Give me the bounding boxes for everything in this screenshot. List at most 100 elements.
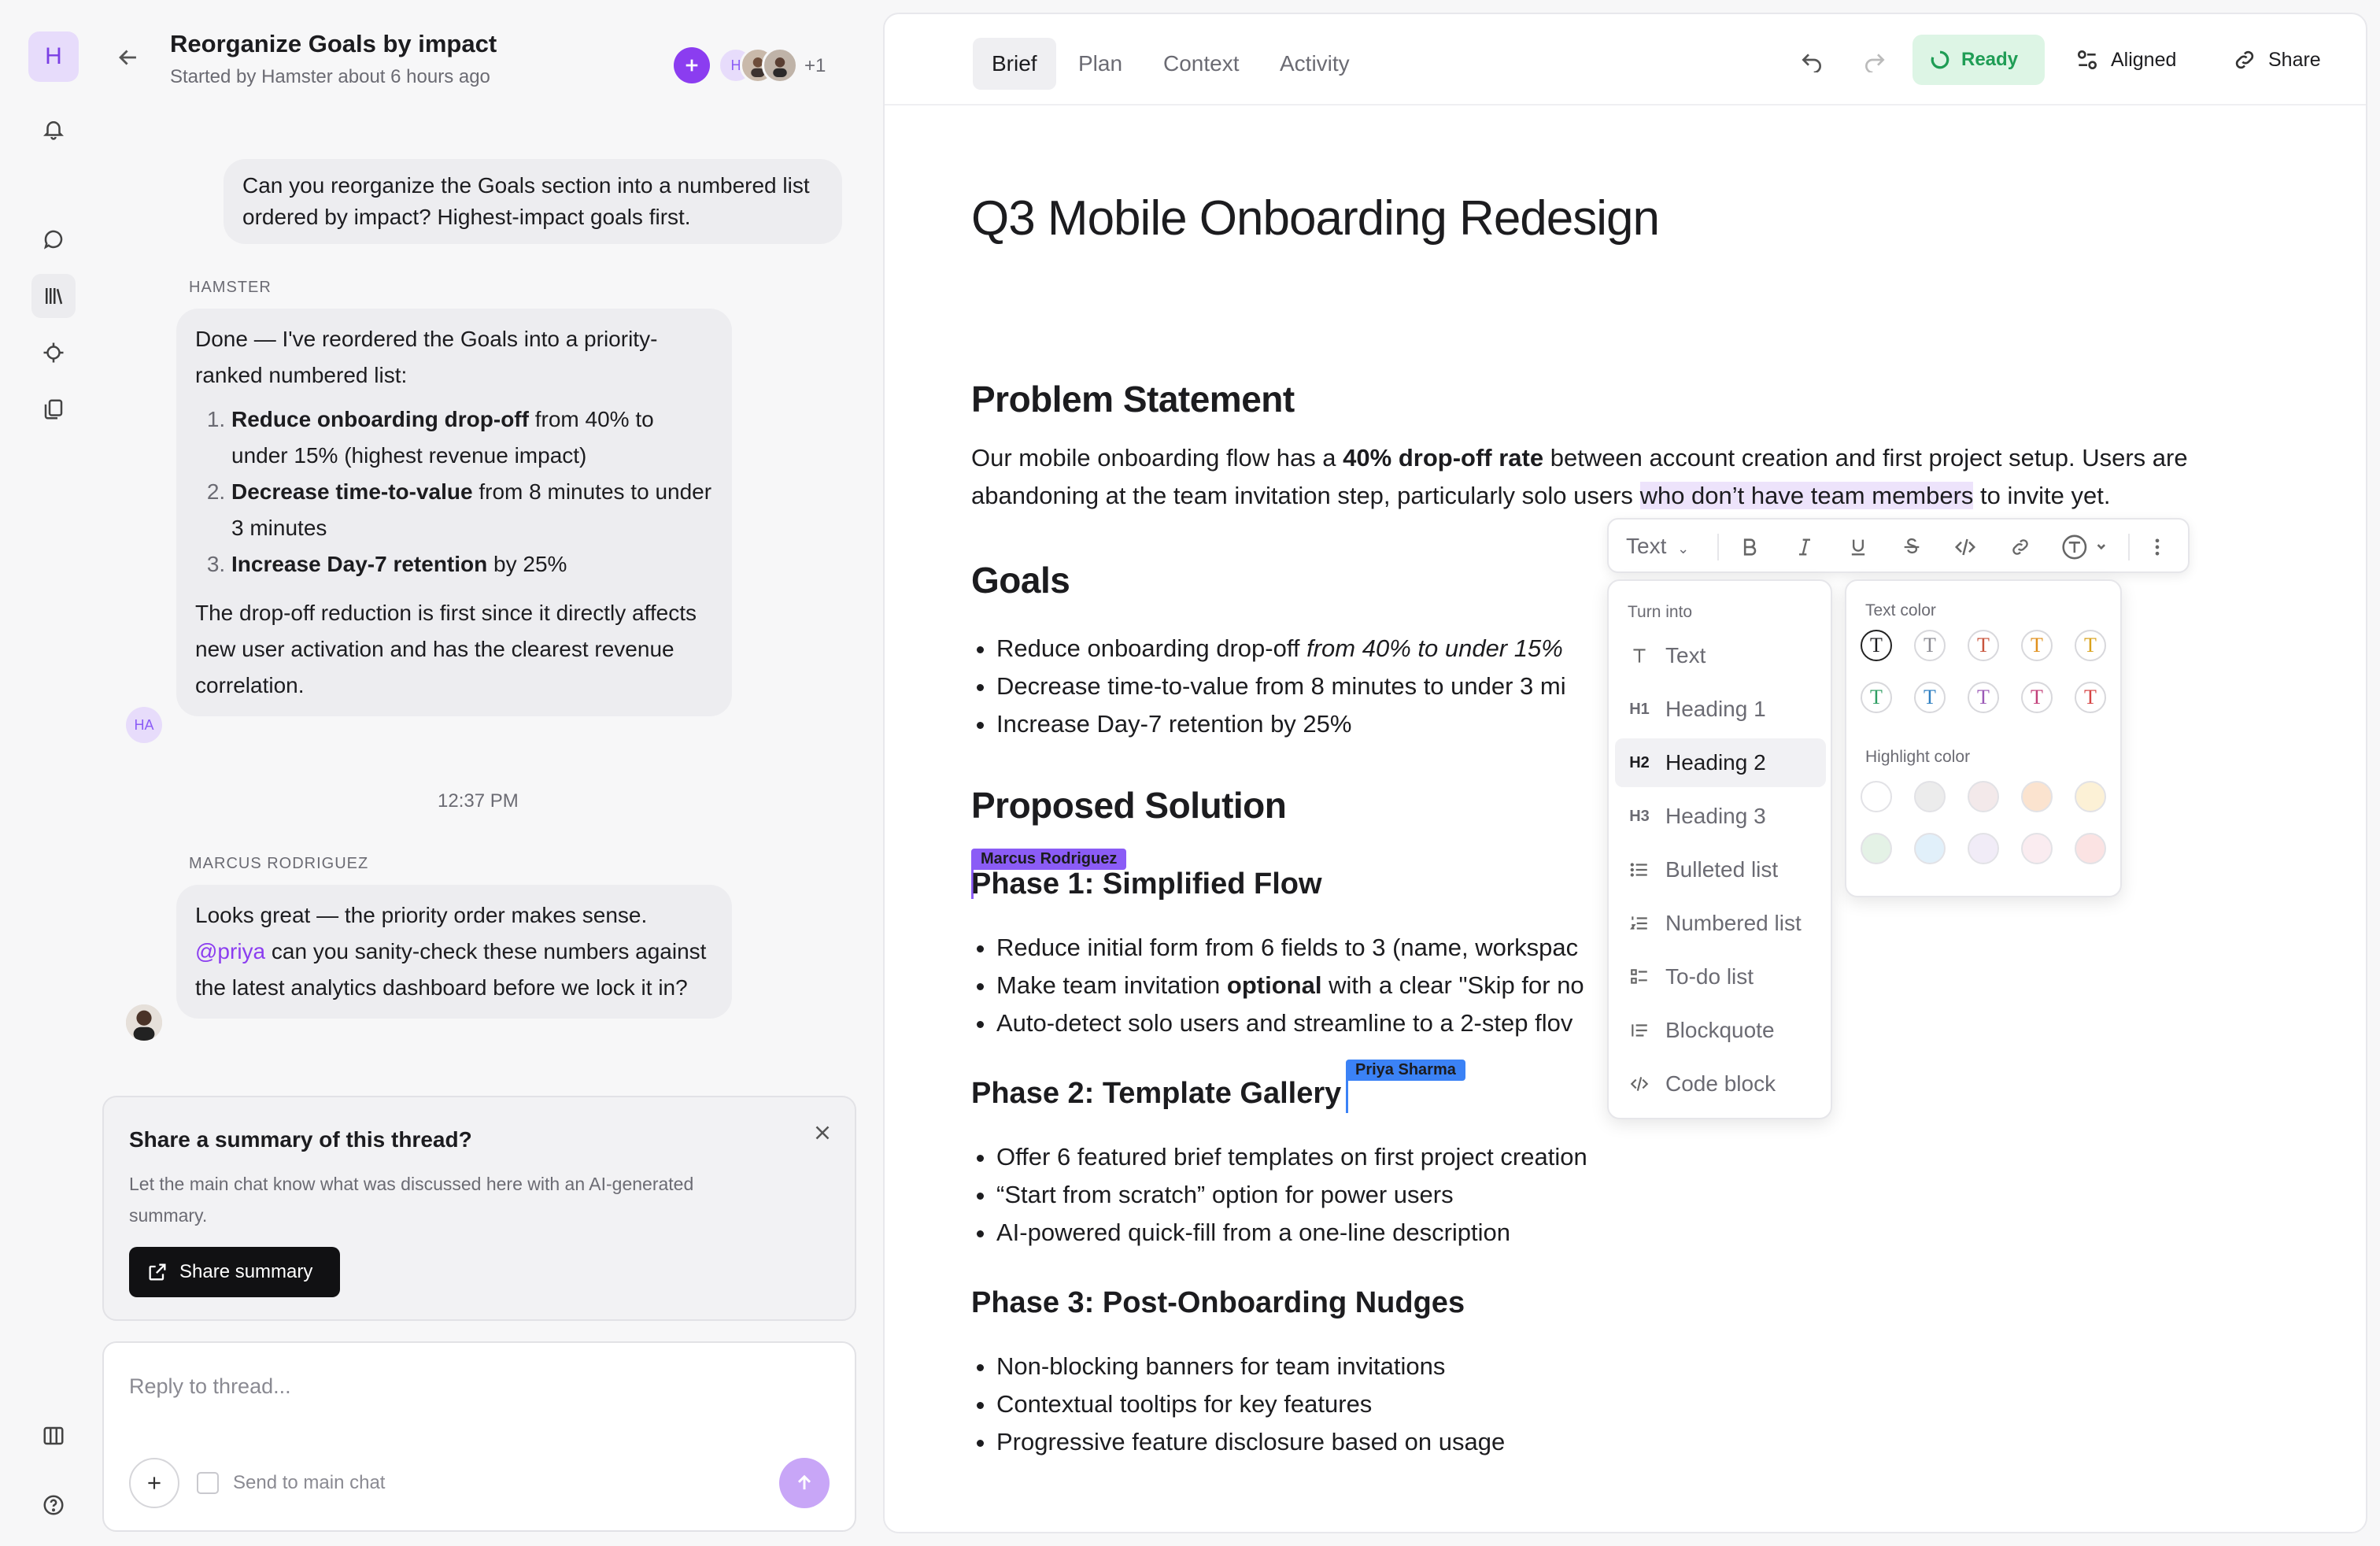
text-color-swatch[interactable]: T: [1861, 682, 1892, 713]
text-color-swatch[interactable]: T: [1914, 682, 1946, 713]
mention-link[interactable]: @priya: [195, 939, 265, 963]
avatar: HA: [126, 707, 162, 743]
highlight-color-swatch[interactable]: [1968, 833, 1999, 864]
ai-message-intro: Done — I've reordered the Goals into a p…: [195, 327, 658, 387]
highlight-color-swatch[interactable]: [1914, 833, 1946, 864]
add-participant-button[interactable]: [674, 47, 710, 83]
back-arrow-icon[interactable]: [115, 44, 142, 71]
turn-into-menu: Turn into Text H1 Heading 1 H2 Heading 2…: [1607, 579, 1832, 1119]
library-icon[interactable]: [31, 274, 76, 318]
phase1-list[interactable]: Reduce initial form from 6 fields to 3 (…: [971, 929, 1584, 1042]
text-color-swatch[interactable]: T: [2021, 630, 2053, 661]
bell-icon[interactable]: [31, 107, 76, 151]
message-timestamp: 12:37 PM: [438, 790, 519, 812]
list-item: “Start from scratch” option for power us…: [996, 1176, 1587, 1214]
highlight-color-swatch[interactable]: [2021, 833, 2053, 864]
phase3-list[interactable]: Non-blocking banners for team invitation…: [971, 1348, 1505, 1461]
avatar: [126, 1004, 162, 1041]
workspace-logo[interactable]: H: [28, 31, 79, 82]
section-heading[interactable]: Phase 3: Post-Onboarding Nudges: [971, 1286, 1465, 1320]
code-icon[interactable]: [1952, 534, 1979, 560]
text-color-swatch[interactable]: T: [1968, 682, 1999, 713]
marcus-sender-label: MARCUS RODRIGUEZ: [189, 855, 369, 872]
status-spinner-icon: [1930, 50, 1950, 70]
menu-item-text[interactable]: Text: [1615, 631, 1826, 680]
menu-item-heading-3[interactable]: H3 Heading 3: [1615, 792, 1826, 841]
priya-caret: [1346, 1077, 1348, 1113]
status-badge[interactable]: Ready: [1913, 35, 2045, 85]
highlight-color-swatch[interactable]: [1914, 781, 1946, 812]
redo-icon[interactable]: [1862, 35, 1887, 85]
reply-box[interactable]: Reply to thread... Send to main chat: [102, 1341, 856, 1532]
tab-activity[interactable]: Activity: [1261, 38, 1369, 90]
text-color-swatch[interactable]: T: [2075, 630, 2106, 661]
section-heading[interactable]: Proposed Solution: [971, 784, 1287, 827]
menu-item-heading-2[interactable]: H2 Heading 2: [1615, 738, 1826, 787]
format-toolbar: Text ⌄: [1607, 518, 2190, 573]
participant-avatar-photo: [762, 47, 798, 83]
text-color-swatch[interactable]: T: [2075, 682, 2106, 713]
summary-description: Let the main chat know what was discusse…: [129, 1174, 694, 1226]
section-heading[interactable]: Goals: [971, 559, 1070, 601]
list-item: Decrease time-to-value from 8 minutes to…: [231, 474, 713, 546]
bold-icon[interactable]: [1736, 534, 1763, 560]
user-message: Can you reorganize the Goals section int…: [224, 159, 842, 244]
numbered-list-icon: [1628, 913, 1651, 934]
color-menu: Text color TTTTTTTTTT Highlight color: [1845, 579, 2122, 897]
share-summary-button[interactable]: Share summary: [129, 1247, 340, 1297]
columns-icon[interactable]: [31, 1414, 76, 1458]
section-heading[interactable]: Phase 1: Simplified Flow: [971, 867, 1322, 901]
highlight-color-swatch[interactable]: [2075, 833, 2106, 864]
text-color-swatch[interactable]: T: [1914, 630, 1946, 661]
highlight-color-swatch[interactable]: [2021, 781, 2053, 812]
goals-list[interactable]: Reduce onboarding drop-off from 40% to u…: [971, 630, 1566, 743]
block-type-dropdown[interactable]: Text ⌄: [1626, 534, 1689, 559]
close-icon[interactable]: [811, 1121, 834, 1145]
divider: [2128, 534, 2130, 560]
send-to-main-checkbox[interactable]: [197, 1472, 219, 1494]
share-button[interactable]: Share: [2232, 35, 2321, 85]
menu-item-blockquote[interactable]: Blockquote: [1615, 1006, 1826, 1055]
menu-item-todo-list[interactable]: To-do list: [1615, 952, 1826, 1001]
documents-icon[interactable]: [31, 387, 76, 431]
tab-plan[interactable]: Plan: [1059, 38, 1141, 90]
menu-item-bulleted-list[interactable]: Bulleted list: [1615, 845, 1826, 894]
aligned-button[interactable]: Aligned: [2075, 35, 2176, 85]
document-title[interactable]: Q3 Mobile Onboarding Redesign: [971, 190, 1660, 246]
ai-message-outro: The drop-off reduction is first since it…: [195, 601, 697, 697]
text-color-icon[interactable]: [2060, 534, 2111, 560]
highlight-color-swatch[interactable]: [1861, 781, 1892, 812]
problem-paragraph[interactable]: Our mobile onboarding flow has a 40% dro…: [971, 439, 2262, 515]
thread-subtitle: Started by Hamster about 6 hours ago: [170, 66, 490, 87]
text-color-swatch[interactable]: T: [1968, 630, 1999, 661]
text-color-swatch[interactable]: T: [1861, 630, 1892, 661]
more-options-icon[interactable]: [2144, 534, 2171, 560]
target-icon[interactable]: [31, 331, 76, 375]
section-heading[interactable]: Problem Statement: [971, 378, 1295, 420]
chat-icon[interactable]: [31, 217, 76, 261]
divider: [1717, 534, 1719, 560]
share-summary-card: Share a summary of this thread? Let the …: [102, 1096, 856, 1321]
highlight-color-swatch[interactable]: [1861, 833, 1892, 864]
menu-item-heading-1[interactable]: H1 Heading 1: [1615, 685, 1826, 734]
help-icon[interactable]: [31, 1483, 76, 1527]
tab-context[interactable]: Context: [1144, 38, 1258, 90]
highlight-color-swatch[interactable]: [1968, 781, 1999, 812]
strikethrough-icon[interactable]: [1898, 534, 1925, 560]
attach-button[interactable]: [129, 1458, 179, 1508]
ai-message: Done — I've reordered the Goals into a p…: [176, 309, 732, 716]
highlight-color-swatch[interactable]: [2075, 781, 2106, 812]
menu-item-code-block[interactable]: Code block: [1615, 1060, 1826, 1108]
italic-icon[interactable]: [1791, 534, 1818, 560]
section-heading[interactable]: Phase 2: Template Gallery: [971, 1077, 1341, 1111]
phase2-list[interactable]: Offer 6 featured brief templates on firs…: [971, 1138, 1587, 1252]
menu-item-numbered-list[interactable]: Numbered list: [1615, 899, 1826, 948]
underline-icon[interactable]: [1845, 534, 1872, 560]
heading1-icon: H1: [1629, 700, 1650, 718]
tab-brief[interactable]: Brief: [973, 38, 1056, 90]
link-icon[interactable]: [2007, 534, 2034, 560]
text-color-swatch[interactable]: T: [2021, 682, 2053, 713]
reply-input[interactable]: Reply to thread...: [129, 1374, 291, 1399]
undo-icon[interactable]: [1799, 35, 1824, 85]
send-button[interactable]: [779, 1458, 830, 1508]
